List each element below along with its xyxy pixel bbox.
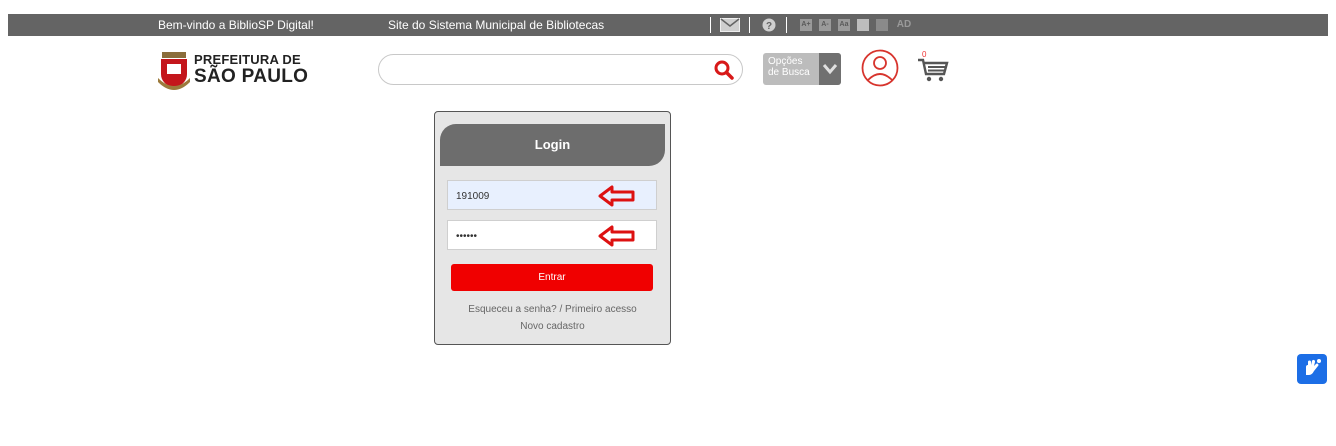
logo-line2: SÃO PAULO (194, 66, 309, 87)
divider (749, 17, 750, 33)
search-box (378, 54, 743, 85)
user-account-icon[interactable] (861, 49, 899, 87)
font-increase-icon[interactable]: A+ (800, 19, 812, 31)
logo-line1: PREFEITURA DE (194, 52, 301, 67)
contrast-icon[interactable] (857, 19, 869, 31)
svg-text:?: ? (766, 21, 772, 32)
chevron-down-icon (819, 53, 841, 85)
coat-of-arms-icon (158, 52, 190, 90)
sign-language-hand-icon (1306, 359, 1321, 375)
vlibras-button[interactable] (1297, 354, 1327, 384)
cart-button[interactable]: 0 (916, 50, 950, 84)
prefeitura-logo[interactable]: PREFEITURA DE SÃO PAULO (158, 50, 308, 90)
audio-description-icon[interactable]: AD (891, 19, 917, 31)
contrast-off-icon[interactable] (876, 19, 888, 31)
username-input[interactable] (454, 187, 578, 205)
login-panel: Login Entrar Esqueceu a senha? / Primeir… (434, 111, 671, 345)
username-field[interactable] (447, 180, 657, 210)
register-link[interactable]: Novo cadastro (435, 321, 670, 332)
welcome-text: Bem-vindo a BiblioSP Digital! (158, 18, 314, 32)
options-line2: de Busca (768, 67, 810, 78)
password-field[interactable] (447, 220, 657, 250)
options-line1: Opções (768, 56, 803, 67)
cart-count: 0 (922, 50, 927, 59)
left-arrow-annotation-icon (598, 185, 635, 207)
search-options-dropdown[interactable]: Opções de Busca (763, 53, 841, 85)
login-title: Login (534, 137, 571, 152)
font-reset-icon[interactable]: Aa (838, 19, 850, 31)
site-link[interactable]: Site do Sistema Municipal de Bibliotecas (388, 18, 604, 32)
forgot-password-link[interactable]: Esqueceu a senha? / Primeiro acesso (435, 304, 670, 315)
left-arrow-annotation-icon (598, 225, 635, 247)
search-icon[interactable] (714, 60, 734, 80)
login-header: Login (440, 124, 665, 166)
password-input[interactable] (454, 227, 578, 245)
search-options-label: Opções de Busca (768, 56, 810, 78)
login-submit-button[interactable]: Entrar (451, 264, 653, 291)
top-bar: Bem-vindo a BiblioSP Digital! Site do Si… (8, 14, 1328, 36)
mail-icon[interactable] (720, 18, 740, 32)
search-input[interactable] (393, 59, 717, 82)
font-decrease-icon[interactable]: A- (819, 19, 831, 31)
help-icon[interactable]: ? (762, 18, 776, 32)
divider (710, 17, 711, 33)
divider (786, 17, 787, 33)
